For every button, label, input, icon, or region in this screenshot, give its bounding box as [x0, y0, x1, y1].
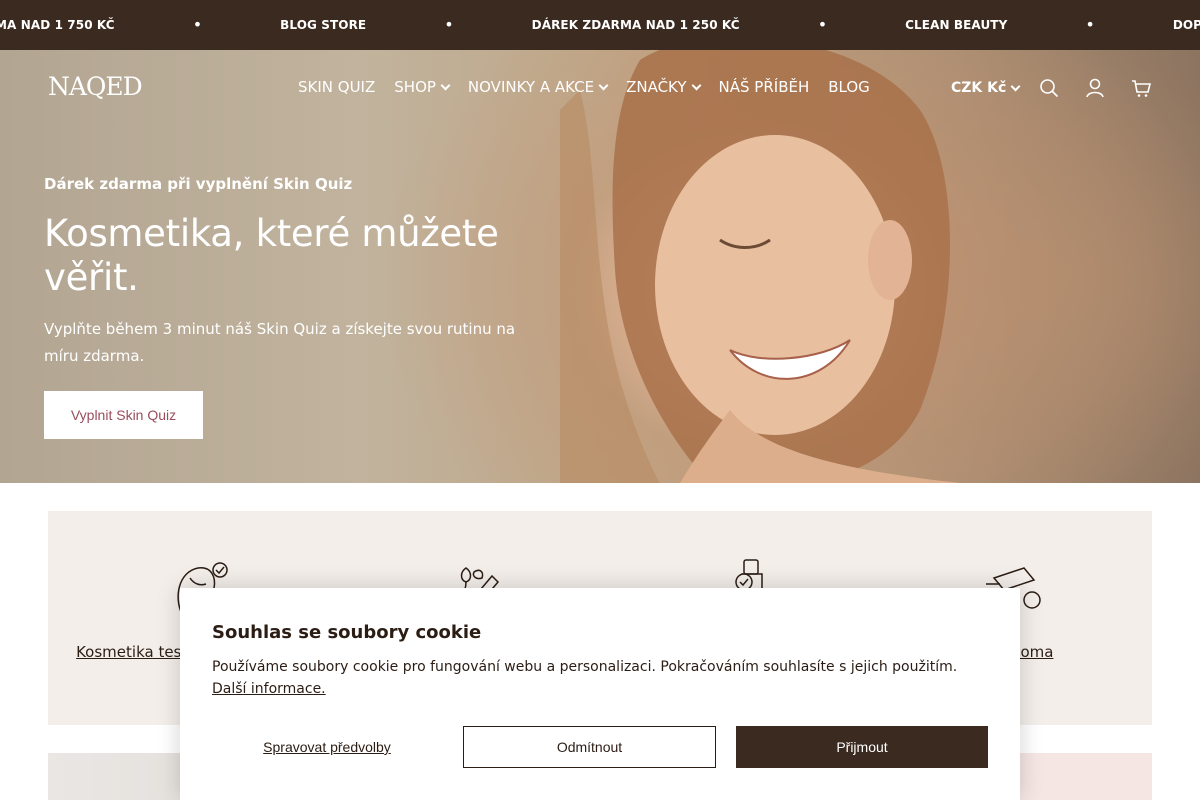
nav-label: BLOG — [828, 78, 870, 96]
announcement-item: DOPRAVA ZDARMA NAD 1 750 KČ — [1172, 18, 1200, 32]
separator-dot: • — [192, 15, 203, 34]
nav-item-shop[interactable]: SHOP — [394, 78, 451, 96]
nav-item-skin-quiz[interactable]: SKIN QUIZ — [298, 78, 375, 96]
hero-title: Kosmetika, které můžete věřit. — [44, 212, 499, 299]
separator-dot: • — [1085, 15, 1095, 34]
cart-icon[interactable] — [1131, 78, 1151, 98]
nav-item-nas-pribeh[interactable]: NÁŠ PŘÍBĚH — [719, 78, 810, 96]
announcement-item: BLOG STORE — [280, 18, 367, 32]
main-nav: SKIN QUIZ SHOP NOVINKY A AKCE ZNAČKY NÁŠ… — [298, 78, 889, 96]
cookie-text: Používáme soubory cookie pro fungování w… — [212, 659, 958, 675]
nav-item-blog[interactable]: BLOG — [828, 78, 870, 96]
announcement-track: DOPRAVA ZDARMA NAD 1 750 KČ • BLOG STORE… — [0, 0, 1200, 50]
announcement-bar: DOPRAVA ZDARMA NAD 1 750 KČ • BLOG STORE… — [0, 0, 1200, 50]
nav-label: NÁŠ PŘÍBĚH — [718, 78, 810, 96]
chevron-down-icon — [440, 80, 451, 90]
currency-selector[interactable]: CZK Kč — [951, 80, 1021, 96]
separator-dot: • — [444, 15, 454, 34]
hero-eyebrow: Dárek zdarma při vyplnění Skin Quiz — [44, 175, 353, 193]
nav-item-znacky[interactable]: ZNAČKY — [626, 78, 701, 96]
separator-dot: • — [817, 15, 828, 34]
currency-label: CZK Kč — [951, 80, 1007, 96]
nav-item-novinky[interactable]: NOVINKY A AKCE — [467, 78, 609, 96]
announcement-item: CLEAN BEAUTY — [905, 18, 1008, 32]
account-icon[interactable] — [1085, 78, 1105, 98]
hero-description: Vyplňte během 3 minut náš Skin Quiz a zí… — [44, 320, 516, 365]
product-image — [1012, 753, 1152, 800]
more-info-link[interactable]: Další informace. — [212, 681, 326, 697]
manage-preferences-button[interactable]: Spravovat předvolby — [212, 726, 442, 768]
chevron-down-icon — [598, 80, 609, 90]
chevron-down-icon — [1010, 81, 1021, 91]
nav-label: SHOP — [394, 78, 436, 96]
hero-photo — [560, 50, 960, 483]
nav-label: SKIN QUIZ — [298, 78, 376, 96]
search-icon[interactable] — [1039, 78, 1059, 98]
accept-button[interactable]: Přijmout — [736, 726, 988, 768]
decline-button[interactable]: Odmítnout — [463, 726, 716, 768]
nav-label: ZNAČKY — [626, 78, 687, 96]
skin-quiz-button[interactable]: Vyplnit Skin Quiz — [44, 391, 203, 439]
cookie-title: Souhlas se soubory cookie — [212, 622, 482, 643]
cookie-consent-dialog: Souhlas se soubory cookie Používáme soub… — [180, 588, 1020, 800]
cookie-description: Používáme soubory cookie pro fungování w… — [212, 656, 1002, 700]
announcement-item: DÁREK ZDARMA NAD 1 250 KČ — [531, 18, 740, 32]
announcement-item: DOPRAVA ZDARMA NAD 1 750 KČ — [0, 18, 115, 32]
brand-logo[interactable]: NAQED — [48, 72, 143, 101]
nav-label: NOVINKY A AKCE — [467, 78, 595, 96]
chevron-down-icon — [691, 80, 701, 90]
